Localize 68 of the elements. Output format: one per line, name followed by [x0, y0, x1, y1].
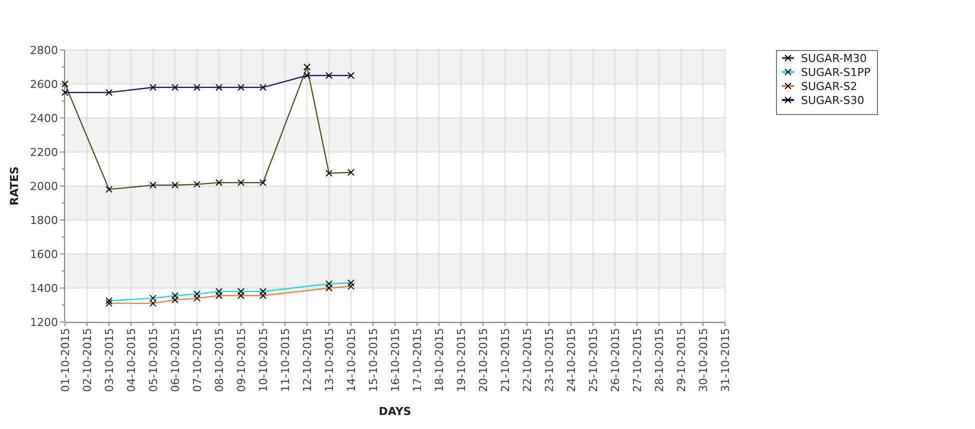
axis-title: RATES: [8, 166, 21, 206]
legend-label: SUGAR-S2: [801, 80, 858, 93]
axis-tick-label: 2400: [30, 112, 58, 125]
axis-tick-label: 21-10-2015: [499, 328, 512, 392]
data-marker: [194, 180, 200, 188]
axis-tick-label: 2600: [30, 78, 58, 91]
axis-tick-label: 28-10-2015: [653, 328, 666, 392]
axis-tick-label: 09-10-2015: [235, 328, 248, 392]
axis-tick-label: 08-10-2015: [213, 328, 226, 392]
axis-tick-label: 20-10-2015: [477, 328, 490, 392]
data-marker: [172, 182, 178, 189]
axis-tick-label: 29-10-2015: [675, 328, 688, 392]
axis-tick-label: 14-10-2015: [345, 328, 358, 392]
data-marker: [150, 182, 156, 189]
axis-tick-label: 30-10-2015: [697, 328, 710, 392]
legend-label: SUGAR-S1PP: [801, 66, 870, 79]
data-marker: [106, 186, 112, 193]
legend-label: SUGAR-M30: [801, 52, 867, 65]
axis-tick-label: 13-10-2015: [323, 328, 336, 392]
data-marker: [238, 179, 244, 186]
data-marker: [216, 84, 222, 91]
data-marker: [194, 84, 200, 91]
axis-tick-label: 06-10-2015: [169, 328, 182, 392]
axis-tick-label: 1400: [30, 282, 58, 295]
data-marker: [238, 84, 244, 91]
axis-tick-label: 03-10-2015: [103, 328, 116, 392]
axis-tick-label: 15-10-2015: [367, 328, 380, 392]
axis-tick-label: 1800: [30, 214, 58, 227]
axis-tick-label: 27-10-2015: [631, 328, 644, 392]
data-marker: [260, 179, 266, 186]
axis-tick-label: 18-10-2015: [433, 328, 446, 392]
axis-tick-label: 1200: [30, 316, 58, 329]
axis-tick-label: 26-10-2015: [609, 328, 622, 392]
axis-tick-label: 1600: [30, 248, 58, 261]
axis-tick-label: 01-10-2015: [59, 328, 72, 392]
axis-tick-label: 19-10-2015: [455, 328, 468, 392]
axis-title: DAYS: [378, 405, 412, 418]
axis-tick-label: 05-10-2015: [147, 328, 160, 392]
data-marker: [172, 84, 178, 91]
axis-tick-label: 11-10-2015: [279, 328, 292, 392]
data-marker: [260, 84, 266, 91]
data-marker: [348, 72, 354, 79]
data-marker: [106, 89, 112, 96]
axis-tick-label: 17-10-2015: [411, 328, 424, 392]
data-marker: [326, 170, 332, 177]
axis-tick-label: 24-10-2015: [565, 328, 578, 392]
data-marker: [62, 89, 68, 96]
axis-tick-label: 2000: [30, 180, 58, 193]
data-marker: [216, 179, 222, 186]
legend-label: SUGAR-S30: [801, 94, 864, 107]
axis-tick-label: 23-10-2015: [543, 328, 556, 392]
axis-tick-label: 25-10-2015: [587, 328, 600, 392]
data-marker: [304, 64, 310, 70]
data-marker: [326, 72, 332, 79]
data-marker: [304, 72, 310, 79]
axis-tick-label: 16-10-2015: [389, 328, 402, 392]
axis-tick-label: 12-10-2015: [301, 328, 314, 392]
data-marker: [348, 168, 354, 176]
axis-tick-label: 31-10-2015: [719, 328, 732, 392]
axis-tick-label: 07-10-2015: [191, 328, 204, 392]
axis-tick-label: 2200: [30, 146, 58, 159]
axis-tick-label: 04-10-2015: [125, 328, 138, 392]
axis-tick-label: 2800: [30, 44, 58, 57]
axis-tick-label: 02-10-2015: [81, 328, 94, 392]
axis-tick-label: 10-10-2015: [257, 328, 270, 392]
data-marker: [62, 80, 68, 88]
axis-tick-label: 22-10-2015: [521, 328, 534, 392]
data-marker: [150, 84, 156, 91]
